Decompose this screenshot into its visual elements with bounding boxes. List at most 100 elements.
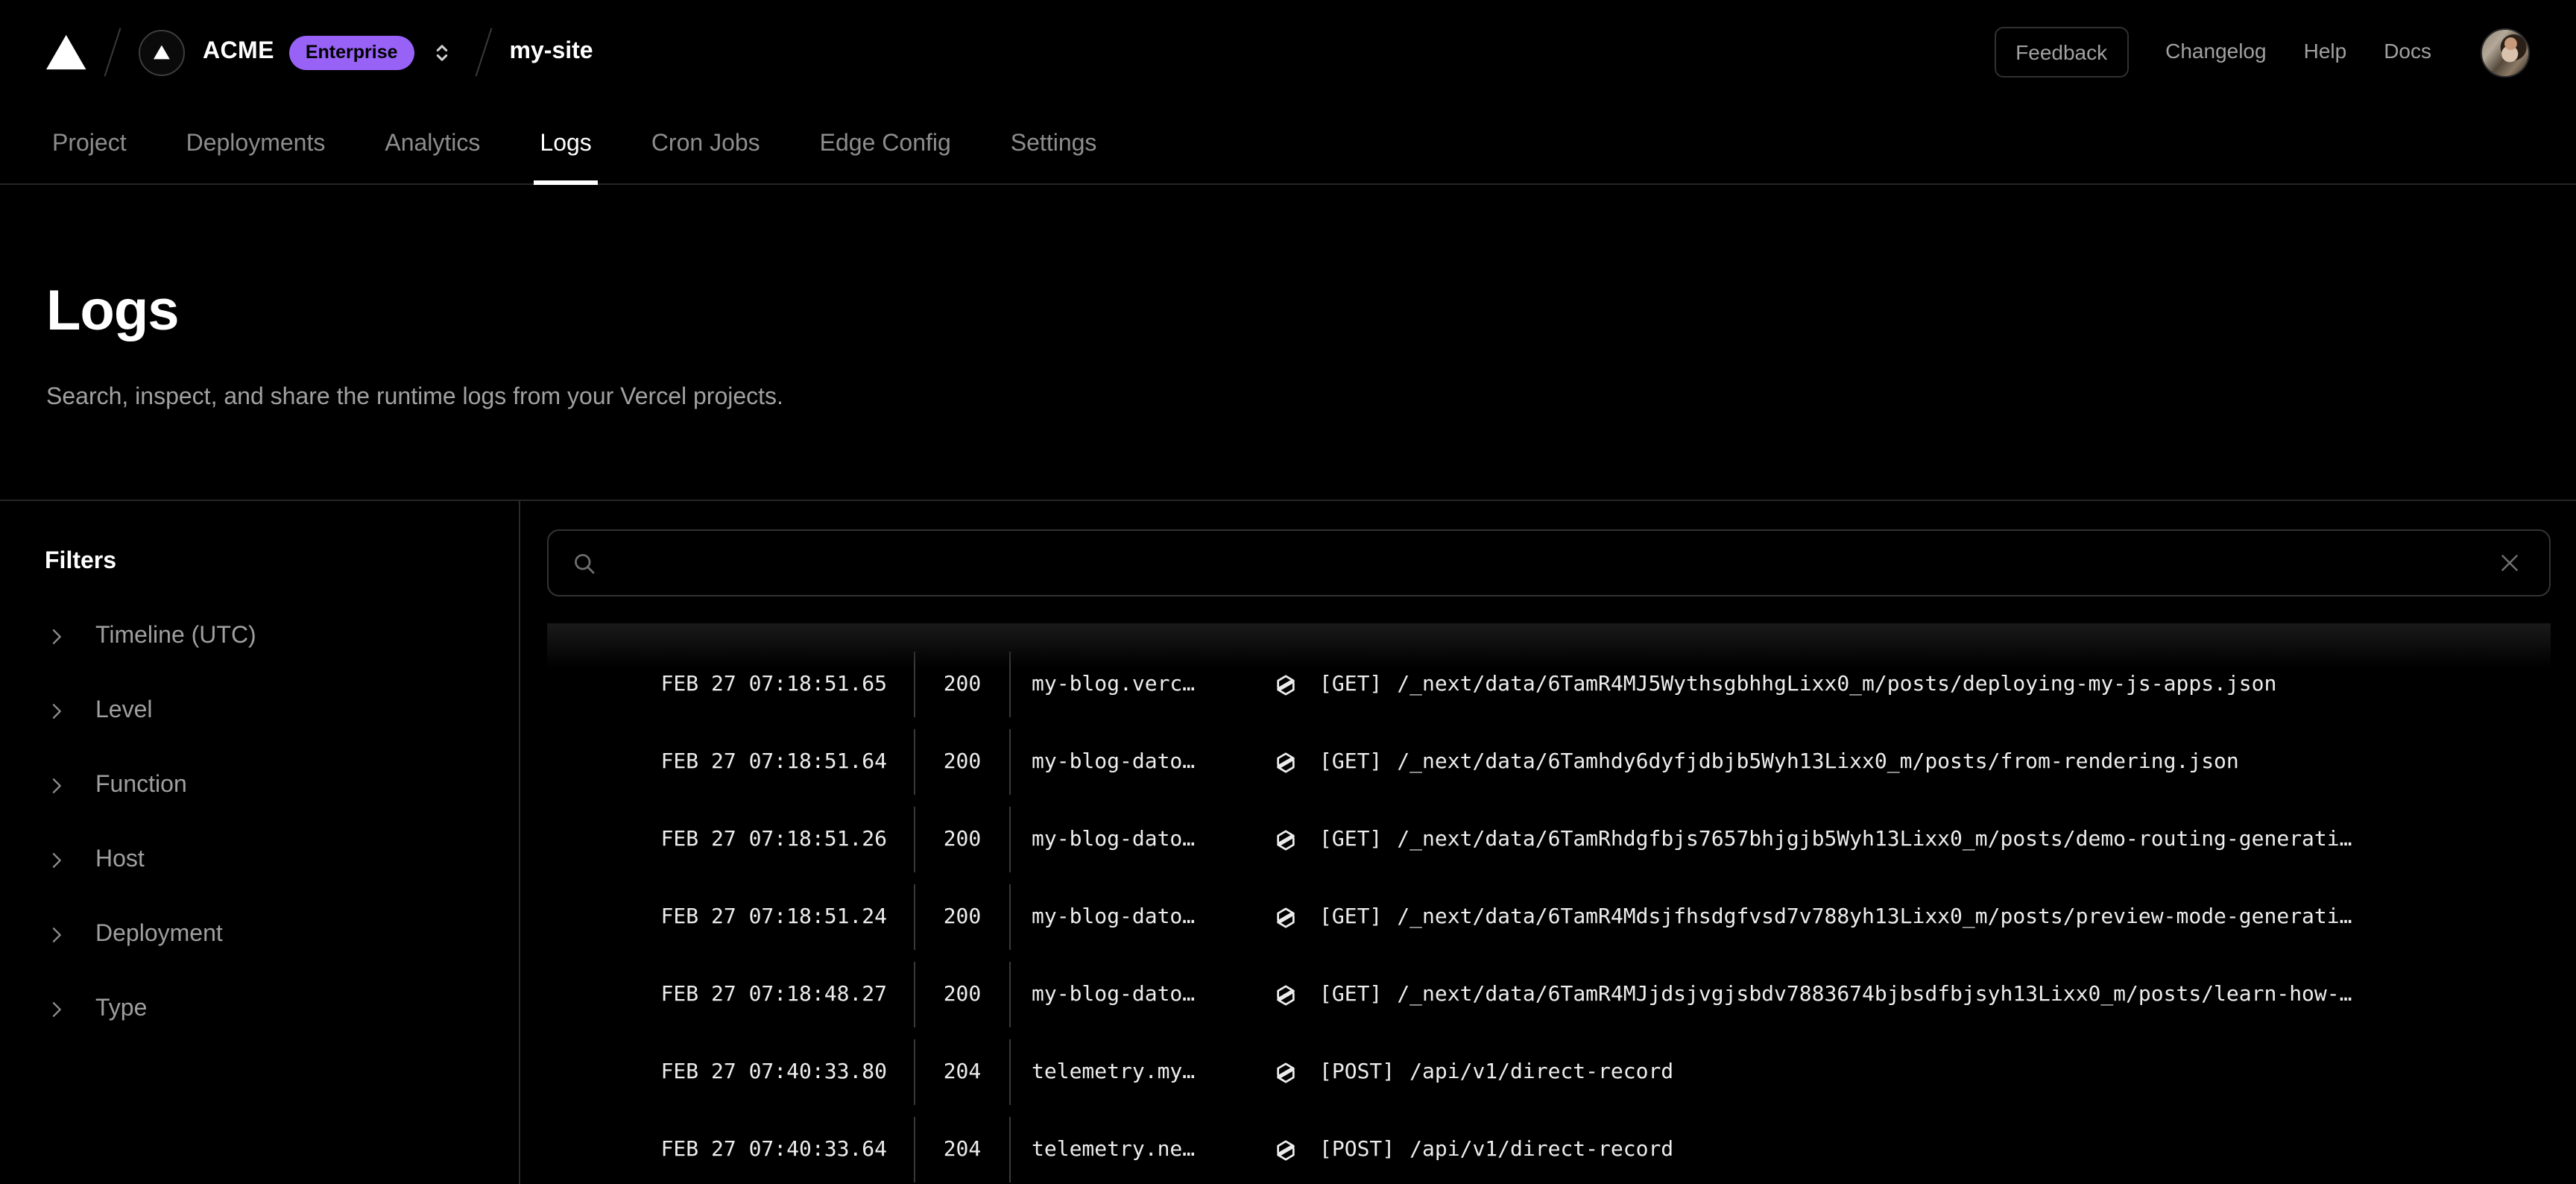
log-timestamp: FEB 27 07:18:51.26 (547, 828, 914, 851)
filter-item-label: Deployment (95, 922, 223, 948)
filter-item-label: Type (95, 996, 147, 1023)
filter-item-deployment[interactable]: Deployment (45, 898, 519, 972)
log-request: [GET] /_next/data/6TamRhdgfbjs7657bhjgjb… (1319, 828, 2551, 851)
tab-label: Deployments (186, 130, 326, 157)
log-row[interactable]: FEB 27 07:18:51.65 200 my-blog.verc… (547, 646, 2551, 723)
filters-title: Filters (45, 547, 519, 577)
function-icon (1273, 982, 1298, 1007)
filter-item-host[interactable]: Host (45, 823, 519, 898)
header-link-help[interactable]: Help (2304, 39, 2347, 63)
search-icon (571, 550, 598, 576)
log-method: [GET] (1319, 983, 1382, 1007)
function-icon (1273, 827, 1298, 852)
log-method: [POST] (1319, 1060, 1395, 1084)
filter-item-label: Timeline (UTC) (95, 623, 256, 650)
log-request: [GET] /_next/data/6Tamhdy6dyfjdbjb5Wyh13… (1319, 750, 2551, 774)
log-host: telemetry.ne… (1011, 1138, 1267, 1162)
top-bar-right: Feedback Changelog Help Docs (1995, 27, 2530, 78)
log-host: my-blog-dato… (1011, 828, 1267, 851)
project-tab-bar: Project Deployments Analytics Logs Cron … (0, 104, 2576, 185)
chevron-right-icon (45, 625, 69, 649)
log-request: [GET] /_next/data/6TamR4MJ5WythsgbhhgLix… (1319, 673, 2551, 696)
breadcrumb-slash (475, 28, 492, 76)
header-link-docs[interactable]: Docs (2384, 39, 2431, 63)
project-name: my-site (510, 39, 593, 66)
log-timestamp: FEB 27 07:40:33.64 (547, 1138, 914, 1162)
function-icon (1273, 1059, 1298, 1085)
log-path: /api/v1/direct-record (1409, 1060, 1673, 1084)
page-subtitle: Search, inspect, and share the runtime l… (46, 385, 2530, 412)
log-row[interactable]: FEB 27 07:40:33.64 204 telemetry.ne… (547, 1111, 2551, 1184)
tab-project[interactable]: Project (46, 104, 133, 183)
user-avatar[interactable] (2481, 28, 2530, 77)
log-host: my-blog-dato… (1011, 983, 1267, 1007)
log-status-code: 200 (915, 828, 1009, 851)
function-icon (1273, 904, 1298, 930)
tab-logs[interactable]: Logs (534, 104, 597, 183)
log-host: my-blog.verc… (1011, 673, 1267, 696)
log-table: FEB 27 07:18:51.65 200 my-blog.verc… (547, 623, 2551, 1184)
plan-badge: Enterprise (289, 35, 414, 69)
team-name: ACME (203, 39, 274, 66)
page-hero: Logs Search, inspect, and share the runt… (0, 185, 2576, 501)
close-icon (2496, 549, 2524, 577)
filter-item-timeline-utc[interactable]: Timeline (UTC) (45, 599, 519, 674)
team-switcher-button[interactable] (426, 37, 458, 68)
log-row[interactable]: FEB 27 07:18:48.27 200 my-blog-dato… (547, 956, 2551, 1033)
chevron-right-icon (45, 774, 69, 798)
log-timestamp: FEB 27 07:40:33.80 (547, 1060, 914, 1084)
filter-item-label: Host (95, 847, 145, 874)
clear-search-button[interactable] (2493, 546, 2527, 580)
content-area: Filters Timeline (UTC) Level (0, 501, 2576, 1184)
app-root: ACME Enterprise my-site Feedback Changel… (0, 0, 2576, 1184)
log-path: /_next/data/6TamR4Mdsjfhsdgfvsd7v788yh13… (1397, 905, 2352, 929)
tab-label: Cron Jobs (651, 130, 760, 157)
tab-label: Logs (540, 130, 591, 157)
filters-sidebar: Filters Timeline (UTC) Level (0, 501, 520, 1184)
log-row[interactable]: FEB 27 07:40:33.80 204 telemetry.my… (547, 1033, 2551, 1111)
log-method: [POST] (1319, 1138, 1395, 1162)
log-request: [GET] /_next/data/6TamR4MJjdsjvgjsbdv788… (1319, 983, 2551, 1007)
log-status-code: 204 (915, 1138, 1009, 1162)
filter-item-label: Level (95, 698, 153, 725)
tab-settings[interactable]: Settings (1005, 104, 1103, 183)
filter-item-label: Function (95, 772, 187, 799)
header-link-changelog[interactable]: Changelog (2165, 39, 2266, 63)
log-status-code: 200 (915, 905, 1009, 929)
log-host: my-blog-dato… (1011, 905, 1267, 929)
log-request: [GET] /_next/data/6TamR4Mdsjfhsdgfvsd7v7… (1319, 905, 2551, 929)
team-avatar[interactable] (139, 29, 185, 75)
log-path: /_next/data/6Tamhdy6dyfjdbjb5Wyh13Lixx0_… (1397, 750, 2238, 774)
log-path: /_next/data/6TamR4MJ5WythsgbhhgLixx0_m/p… (1397, 673, 2276, 696)
tab-edge-config[interactable]: Edge Config (814, 104, 957, 183)
log-timestamp: FEB 27 07:18:51.64 (547, 750, 914, 774)
log-row[interactable]: FEB 27 07:18:51.64 200 my-blog-dato… (547, 723, 2551, 801)
filter-item-level[interactable]: Level (45, 674, 519, 749)
page-title: Logs (46, 279, 2530, 344)
tab-analytics[interactable]: Analytics (379, 104, 486, 183)
top-bar-left: ACME Enterprise my-site (46, 27, 593, 78)
log-method: [GET] (1319, 750, 1382, 774)
chevron-right-icon (45, 923, 69, 947)
feedback-button[interactable]: Feedback (1995, 27, 2128, 78)
log-request: [POST] /api/v1/direct-record (1319, 1060, 2551, 1084)
filter-item-function[interactable]: Function (45, 749, 519, 823)
filter-item-type[interactable]: Type (45, 972, 519, 1047)
tab-deployments[interactable]: Deployments (180, 104, 332, 183)
tab-label: Settings (1011, 130, 1097, 157)
log-row[interactable]: FEB 27 07:18:51.26 200 my-blog-dato… (547, 801, 2551, 878)
tab-cron-jobs[interactable]: Cron Jobs (645, 104, 766, 183)
function-icon (1273, 1137, 1298, 1162)
header-links: Changelog Help Docs (2128, 39, 2431, 66)
tab-label: Project (52, 130, 127, 157)
chevron-right-icon (45, 848, 69, 872)
log-row[interactable]: FEB 27 07:18:51.24 200 my-blog-dato… (547, 878, 2551, 956)
log-method: [GET] (1319, 673, 1382, 696)
vercel-logo-icon[interactable] (46, 34, 86, 70)
tab-label: Edge Config (820, 130, 951, 157)
chevron-up-down-icon (429, 40, 455, 65)
search-input[interactable] (613, 549, 2478, 577)
breadcrumb-slash (104, 28, 121, 76)
function-icon (1273, 672, 1298, 697)
logs-main: FEB 27 07:18:51.65 200 my-blog.verc… (520, 501, 2576, 1184)
